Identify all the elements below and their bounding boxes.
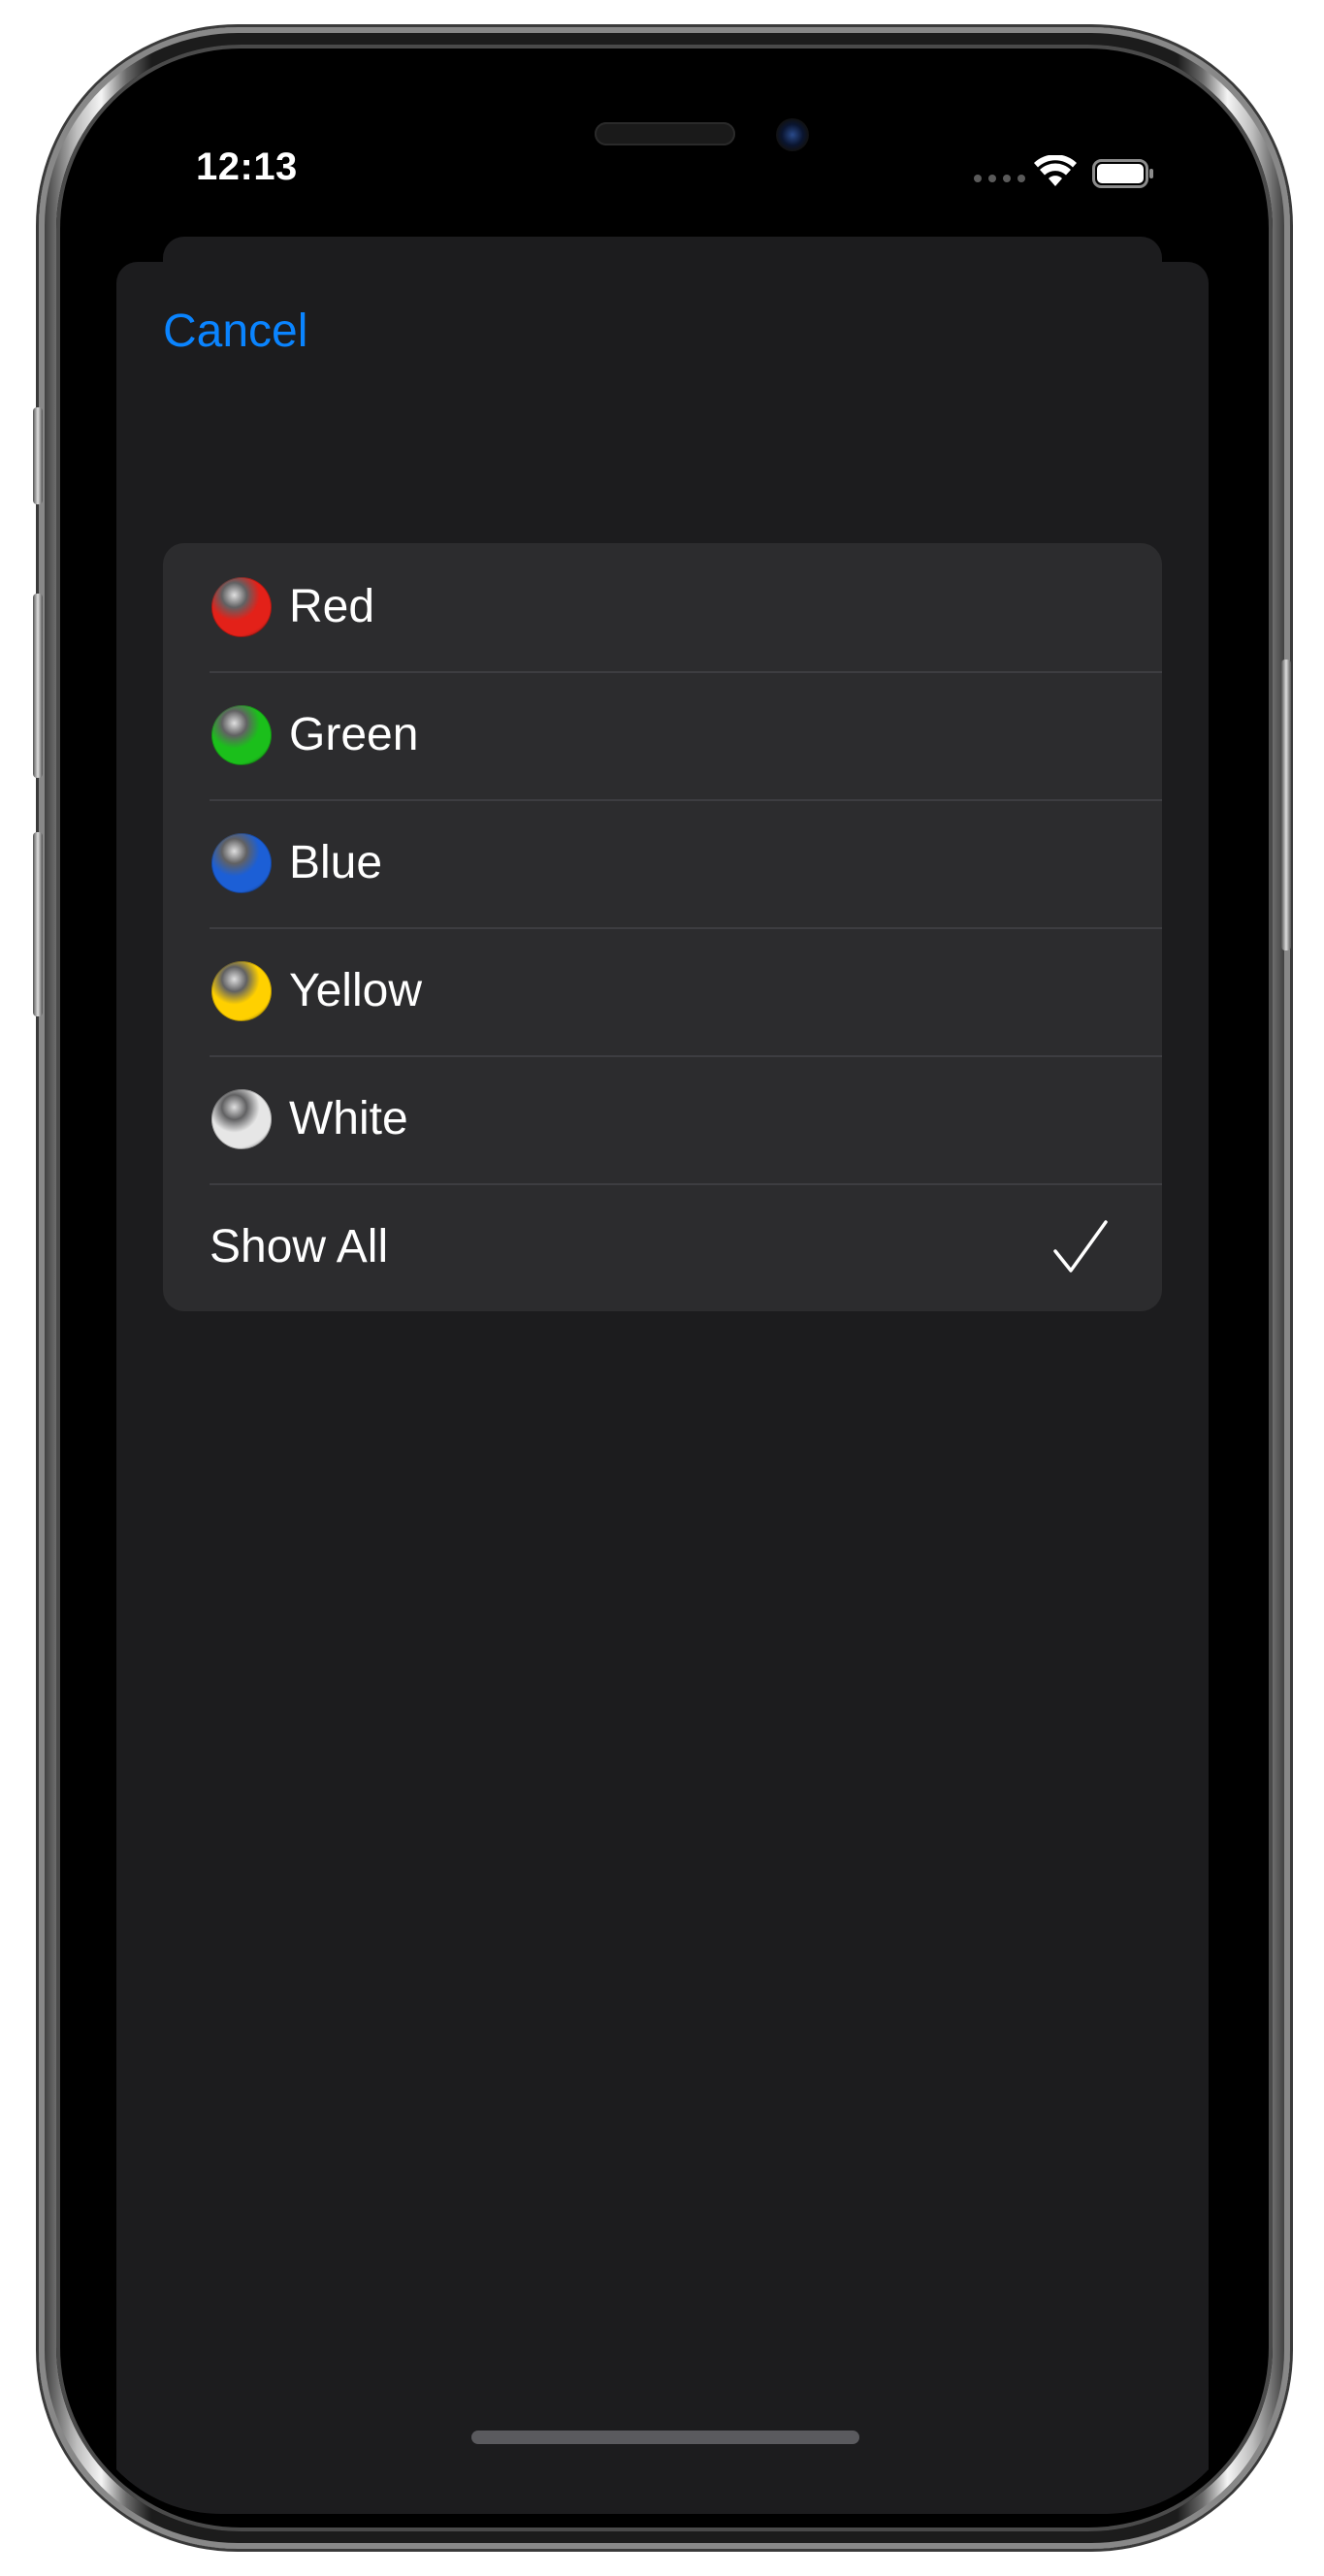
list-item-show-all[interactable]: Show All xyxy=(163,1183,1162,1311)
yellow-dot-icon xyxy=(211,961,272,1021)
checkmark-icon xyxy=(1053,1220,1108,1272)
volume-down-button xyxy=(33,832,43,1016)
color-filter-list: Red Green Blue Yellow White Show All xyxy=(163,543,1162,1311)
list-item-label: Red xyxy=(289,581,375,632)
blue-dot-icon xyxy=(211,833,272,893)
cellular-signal-icon xyxy=(974,175,1025,182)
action-button xyxy=(33,407,43,504)
list-item-green[interactable]: Green xyxy=(163,671,1162,799)
list-item-white[interactable]: White xyxy=(163,1055,1162,1183)
status-time: 12:13 xyxy=(196,145,298,188)
phone-screen: 12:13 Cancel Red Green Blue Yellow White… xyxy=(76,62,1249,2514)
green-dot-icon xyxy=(211,705,272,765)
list-item-blue[interactable]: Blue xyxy=(163,799,1162,927)
list-item-label: Blue xyxy=(289,837,383,888)
side-power-button xyxy=(1281,660,1291,950)
status-bar: 12:13 xyxy=(76,62,1249,188)
list-item-label: Show All xyxy=(210,1221,389,1272)
list-item-red[interactable]: Red xyxy=(163,543,1162,671)
battery-icon xyxy=(1092,159,1153,188)
home-indicator[interactable] xyxy=(471,2431,859,2444)
list-item-label: White xyxy=(289,1093,408,1144)
list-item-label: Yellow xyxy=(289,965,422,1016)
wifi-icon xyxy=(1034,155,1077,186)
white-dot-icon xyxy=(211,1089,272,1149)
red-dot-icon xyxy=(211,577,272,637)
list-item-label: Green xyxy=(289,709,419,760)
volume-up-button xyxy=(33,594,43,778)
list-item-yellow[interactable]: Yellow xyxy=(163,927,1162,1055)
filter-sheet: Cancel Red Green Blue Yellow White Show … xyxy=(116,262,1209,2514)
cancel-button[interactable]: Cancel xyxy=(163,308,307,355)
